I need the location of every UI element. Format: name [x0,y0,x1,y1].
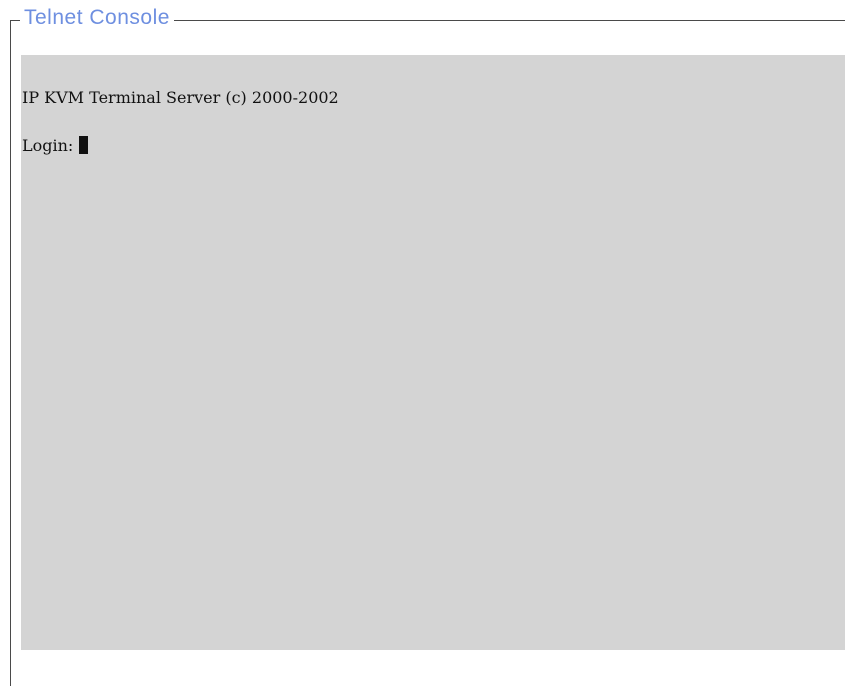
terminal-screen[interactable]: IP KVM Terminal Server (c) 2000-2002 Log… [21,55,845,650]
login-label: Login: [22,136,74,155]
terminal-login-prompt[interactable]: Login: [22,136,89,156]
console-title: Telnet Console [20,4,174,32]
cursor-block-icon [79,136,89,154]
terminal-banner-line: IP KVM Terminal Server (c) 2000-2002 [22,88,339,107]
